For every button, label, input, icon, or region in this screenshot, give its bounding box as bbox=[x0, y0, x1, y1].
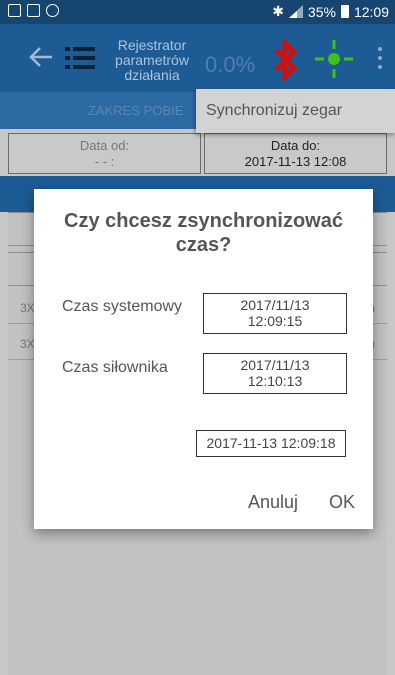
notification-icons bbox=[8, 4, 59, 17]
system-icons: ✱ 35% 12:09 bbox=[272, 3, 389, 20]
app-title: Rejestrator parametrów działania bbox=[115, 37, 189, 83]
back-arrow-icon[interactable] bbox=[28, 44, 54, 70]
ok-button[interactable]: OK bbox=[329, 492, 355, 513]
cancel-button[interactable]: Anuluj bbox=[248, 492, 298, 513]
sync-icon bbox=[46, 4, 59, 17]
actuator-time-label: Czas siłownika bbox=[62, 359, 168, 376]
system-time-value: 2017/11/13 12:09:15 bbox=[203, 293, 347, 334]
system-time: 12:09:15 bbox=[247, 313, 303, 329]
sync-time-dialog: Czy chcesz zsynchronizować czas? Czas sy… bbox=[34, 189, 373, 529]
timestamp-field[interactable]: 2017-11-13 12:09:18 bbox=[196, 430, 346, 457]
overflow-popup-menu: Synchronizuj zegar bbox=[196, 89, 395, 133]
date-to-value: 2017-11-13 12:08 bbox=[244, 154, 347, 169]
voicemail-icon bbox=[27, 4, 40, 17]
gps-icon[interactable] bbox=[313, 38, 355, 80]
image-icon bbox=[8, 4, 21, 17]
date-to-label: Data do: bbox=[270, 138, 321, 153]
system-time-label: Czas systemowy bbox=[62, 298, 183, 315]
actuator-time-value: 2017/11/13 12:10:13 bbox=[203, 353, 347, 394]
system-date: 2017/11/13 bbox=[240, 297, 310, 313]
list-item-left: 3X bbox=[20, 301, 35, 315]
progress-percent: 0.0% bbox=[205, 52, 256, 77]
clock: 12:09 bbox=[353, 3, 389, 20]
date-from-label: Data od: bbox=[79, 138, 130, 153]
date-from-value: - - : bbox=[94, 154, 115, 169]
dialog-title: Czy chcesz zsynchronizować czas? bbox=[64, 210, 343, 256]
sync-clock-menu-item[interactable]: Synchronizuj zegar bbox=[206, 102, 342, 120]
range-label: ZAKRES POBIE bbox=[88, 103, 184, 118]
battery-icon bbox=[340, 5, 349, 18]
actuator-date: 2017/11/13 bbox=[240, 357, 310, 373]
signal-icon bbox=[288, 5, 303, 18]
date-to[interactable]: Data do: 2017-11-13 12:08 bbox=[204, 133, 387, 174]
battery-percent: 35% bbox=[307, 3, 336, 20]
bluetooth-status-icon: ✱ bbox=[272, 3, 284, 19]
overflow-menu-icon[interactable] bbox=[376, 47, 384, 71]
bluetooth-icon[interactable] bbox=[271, 39, 301, 81]
status-bar: ✱ 35% 12:09 bbox=[0, 0, 395, 24]
date-from[interactable]: Data od: - - : bbox=[8, 133, 201, 174]
list-item-left: 3X bbox=[20, 337, 35, 351]
list-icon[interactable] bbox=[65, 46, 95, 70]
actuator-time: 12:10:13 bbox=[247, 373, 303, 389]
app-bar: Rejestrator parametrów działania 0.0% bbox=[0, 24, 395, 92]
